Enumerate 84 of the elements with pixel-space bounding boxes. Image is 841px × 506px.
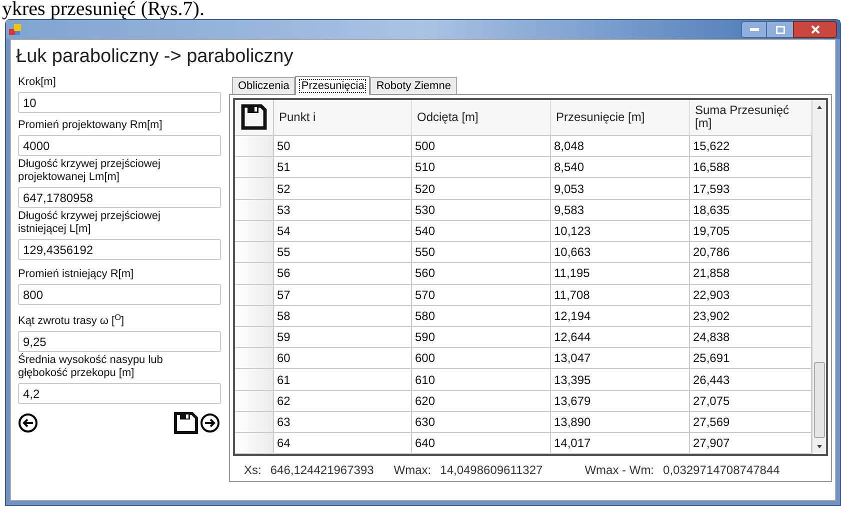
table-cell: 580 <box>412 306 551 326</box>
column-header[interactable]: Odcięta [m] <box>412 100 551 135</box>
table-cell: 9,053 <box>551 178 690 199</box>
result-label: Wmax - Wm: <box>584 462 654 480</box>
table-cell: 53 <box>274 200 412 220</box>
table-cell: 550 <box>412 242 551 262</box>
column-header[interactable]: Przesunięcie [m] <box>551 100 690 135</box>
table-cell: 540 <box>412 220 551 242</box>
input-field[interactable]: 800 <box>18 284 221 305</box>
table-cell: 14,017 <box>551 433 690 454</box>
table-cell: 570 <box>412 284 551 305</box>
table-cell: 63 <box>274 412 412 432</box>
input-field[interactable]: 10 <box>18 92 221 113</box>
table-cell: 560 <box>412 263 551 284</box>
input-field[interactable]: 4,2 <box>18 383 221 404</box>
table-cell: 610 <box>412 369 551 390</box>
field-label: Promień projektowany Rm[m] <box>18 119 164 132</box>
input-field[interactable]: 647,1780958 <box>18 187 221 208</box>
table-cell: 51 <box>274 157 412 178</box>
result-value: 646,124421967393 <box>270 462 374 480</box>
table-cell: 510 <box>412 157 551 178</box>
maximize-icon <box>776 26 784 34</box>
tab[interactable]: Przesunięcia <box>295 76 370 95</box>
field-label: Promień istniejący R[m] <box>18 268 135 281</box>
input-field[interactable]: 129,4356192 <box>18 239 221 260</box>
scrollbar-thumb[interactable] <box>814 362 825 438</box>
minimize-button[interactable] <box>741 21 767 38</box>
result-label: Xs: <box>244 462 262 480</box>
table-cell: 620 <box>412 390 551 411</box>
close-button[interactable] <box>793 21 837 38</box>
table-cell: 630 <box>412 412 551 432</box>
scrollbar[interactable] <box>812 100 826 454</box>
table-cell: 530 <box>412 200 551 220</box>
table-cell: 59 <box>274 326 412 348</box>
table-cell: 60 <box>274 348 412 368</box>
table-cell: 11,708 <box>551 284 690 305</box>
table-cell: 8,540 <box>551 157 690 178</box>
tab[interactable]: Roboty Ziemne <box>370 77 457 94</box>
table-cell: 64 <box>274 433 412 454</box>
document-caption: ykres przesunięć (Rys.7). <box>2 0 204 20</box>
table-cell: 52 <box>274 178 412 199</box>
table-cell: 10,663 <box>551 242 690 262</box>
result-value: 0,0329714708747844 <box>663 462 780 480</box>
minimize-icon <box>750 28 758 31</box>
table-cell: 500 <box>412 136 551 156</box>
table-cell: 13,395 <box>551 369 690 390</box>
field-label: Kąt zwrotu trasy ω [$^{O}$] <box>18 315 126 328</box>
table-cell: 55 <box>274 242 412 262</box>
app-icon <box>9 24 21 36</box>
table-cell: 13,047 <box>551 348 690 368</box>
field-label: Długość krzywej przejściowej projektowanej Lm[m] <box>18 158 162 184</box>
table-cell: 590 <box>412 326 551 348</box>
table-cell: 56 <box>274 263 412 284</box>
table-cell: 50 <box>274 136 412 156</box>
result-label: Wmax: <box>394 462 432 480</box>
table-cell: 12,644 <box>551 326 690 348</box>
table-cell: 12,194 <box>551 306 690 326</box>
column-header[interactable]: Punkt i <box>274 100 412 135</box>
table-cell: 61 <box>274 369 412 390</box>
input-field[interactable]: 4000 <box>18 135 221 156</box>
table-cell: 520 <box>412 178 551 199</box>
table-cell: 8,048 <box>551 136 690 156</box>
save-icon[interactable] <box>174 412 198 434</box>
table-cell: 13,890 <box>551 412 690 432</box>
table-cell: 600 <box>412 348 551 368</box>
table-cell: 62 <box>274 390 412 411</box>
input-field[interactable]: 9,25 <box>18 331 221 352</box>
field-label: Długość krzywej przejściowej istniejącej L[m] <box>18 210 162 236</box>
table-cell: 10,123 <box>551 220 690 242</box>
field-label: Średnia wysokość nasypu lub głębokość przekopu [m] <box>18 354 164 380</box>
table-cell: 54 <box>274 220 412 242</box>
tab[interactable]: Obliczenia <box>232 77 296 94</box>
maximize-button[interactable] <box>767 21 793 38</box>
table-cell: 11,195 <box>551 263 690 284</box>
form-heading: Łuk paraboliczny -> paraboliczny <box>15 45 294 69</box>
table-cell: 57 <box>274 284 412 305</box>
close-icon <box>810 25 820 34</box>
table-cell: 640 <box>412 433 551 454</box>
save-icon[interactable] <box>241 104 267 130</box>
table-cell: 9,583 <box>551 200 690 220</box>
table-cell: 58 <box>274 306 412 326</box>
table-cell: 13,679 <box>551 390 690 411</box>
result-value: 14,0498609611327 <box>440 462 543 480</box>
field-label: Krok[m] <box>18 76 57 89</box>
